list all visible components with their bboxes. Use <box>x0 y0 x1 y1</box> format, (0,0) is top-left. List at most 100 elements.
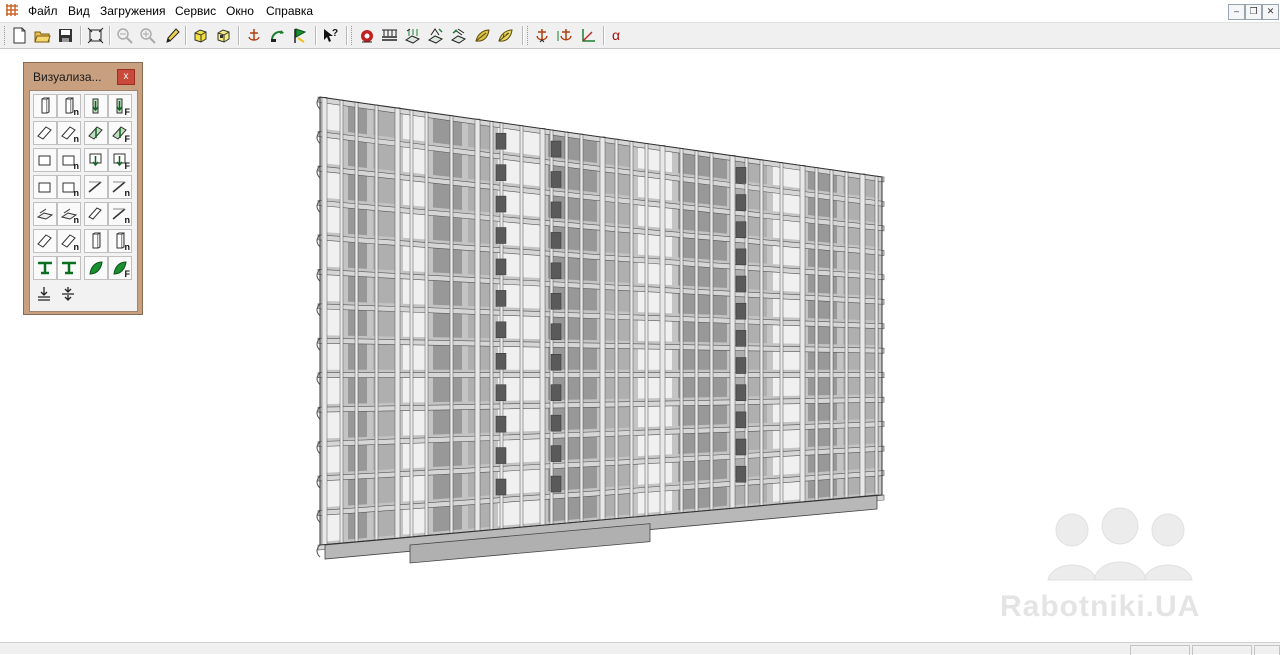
axes-icon <box>582 29 595 42</box>
building-3d-model[interactable] <box>300 85 900 585</box>
core-window <box>495 415 507 433</box>
plankArrow-icon <box>88 126 103 140</box>
slab-load-button[interactable] <box>402 25 423 46</box>
toolbar-grip[interactable] <box>4 26 8 45</box>
plate-forces-button[interactable]: F <box>108 121 132 145</box>
beams-forces-button[interactable] <box>57 256 81 280</box>
solid-loads-button[interactable] <box>84 148 108 172</box>
plate-loads-button[interactable] <box>84 121 108 145</box>
menu-help[interactable]: Справка <box>266 4 313 18</box>
subscript-label: n <box>73 188 80 198</box>
menu-view[interactable]: Вид <box>68 4 90 18</box>
beam-load-button[interactable] <box>379 25 400 46</box>
outline-view-button[interactable] <box>213 25 234 46</box>
zoom-out-button[interactable] <box>114 25 135 46</box>
solids-button[interactable] <box>33 148 57 172</box>
pencil-icon <box>166 28 180 43</box>
bay-void <box>403 113 427 142</box>
support-button[interactable] <box>532 25 553 46</box>
bay-void <box>433 182 462 211</box>
rod-forces-button[interactable]: F <box>108 94 132 118</box>
bay-void <box>638 462 672 485</box>
core-window <box>550 293 562 310</box>
subscript-label: n <box>124 215 131 225</box>
save-icon <box>59 29 72 42</box>
column <box>519 125 524 528</box>
columns-numbered-button[interactable]: n <box>108 229 132 253</box>
alpha-button[interactable]: α <box>607 25 628 46</box>
bay-void <box>433 247 462 274</box>
grid-app-icon[interactable] <box>5 3 19 17</box>
flag-button[interactable] <box>290 25 311 46</box>
menu-loads[interactable]: Загружения <box>100 4 166 18</box>
subscript-label: F <box>124 161 131 171</box>
walls-button[interactable] <box>84 202 108 226</box>
shells-numbered-button[interactable]: n <box>57 229 81 253</box>
reinforcement-forces-button[interactable]: F <box>108 256 132 280</box>
temperature-load-button[interactable] <box>425 25 446 46</box>
supports-button[interactable] <box>244 25 265 46</box>
solid-view-button[interactable] <box>190 25 211 46</box>
close-window-button[interactable]: ✕ <box>1262 4 1279 20</box>
rods-numbered-button[interactable]: n <box>57 94 81 118</box>
context-help-button[interactable]: ? <box>320 25 341 46</box>
core-window <box>550 445 562 462</box>
new-document-button[interactable] <box>9 25 30 46</box>
menu-service[interactable]: Сервис <box>175 4 216 18</box>
status-panel <box>1192 645 1252 655</box>
fit-view-button[interactable] <box>85 25 106 46</box>
reinforcement-button[interactable] <box>84 256 108 280</box>
beams-button[interactable] <box>33 256 57 280</box>
links-numbered-button[interactable]: n <box>108 175 132 199</box>
slabs-numbered-button[interactable]: n <box>57 202 81 226</box>
plates-button[interactable] <box>33 121 57 145</box>
toolbar-grip[interactable] <box>527 26 531 45</box>
axes-button[interactable] <box>578 25 599 46</box>
bay-void <box>433 377 462 403</box>
bay-void <box>678 293 727 316</box>
svg-text:?: ? <box>332 28 338 39</box>
menu-file[interactable]: Файл <box>28 4 58 18</box>
save-button[interactable] <box>55 25 76 46</box>
zoom-in-button[interactable] <box>137 25 158 46</box>
bay-void <box>638 320 672 342</box>
elements-numbered-button[interactable]: n <box>57 175 81 199</box>
solids-numbered-button[interactable]: n <box>57 148 81 172</box>
rod-loads-button[interactable] <box>84 94 108 118</box>
open-button[interactable] <box>32 25 53 46</box>
bay-void <box>773 403 802 423</box>
columns-button[interactable] <box>84 229 108 253</box>
fit-view-icon <box>87 27 104 44</box>
minimize-button[interactable]: – <box>1228 4 1245 20</box>
edit-button[interactable] <box>161 25 182 46</box>
column <box>321 97 328 546</box>
elements-button[interactable] <box>33 175 57 199</box>
load-case-button[interactable] <box>356 25 377 46</box>
column-icon <box>92 232 101 249</box>
slabs-button[interactable] <box>33 202 57 226</box>
panel-close-button[interactable]: x <box>117 69 135 85</box>
panel-button-grid: n Fn Fn Fn n n n n n F <box>29 90 138 312</box>
toolbar-grip[interactable] <box>351 26 355 45</box>
foundation-levels-button[interactable] <box>57 283 79 305</box>
links-button[interactable] <box>84 175 108 199</box>
leaf-load-button[interactable] <box>472 25 493 46</box>
menu-bar: Файл Вид Загружения Сервис Окно Справка … <box>0 0 1280 23</box>
foundation-button[interactable] <box>33 283 55 305</box>
shells-button[interactable] <box>33 229 57 253</box>
column <box>859 173 866 498</box>
solid-forces-button[interactable]: F <box>108 148 132 172</box>
bay-void <box>678 321 727 343</box>
plates-numbered-button[interactable]: n <box>57 121 81 145</box>
support-alt-button[interactable] <box>555 25 576 46</box>
core-window <box>550 323 562 341</box>
dynamic-load-button[interactable] <box>448 25 469 46</box>
support-icon <box>536 29 548 43</box>
rods-button[interactable] <box>33 94 57 118</box>
bay-void <box>678 404 727 426</box>
restore-button[interactable]: ❐ <box>1245 4 1262 20</box>
walls-numbered-button[interactable]: n <box>108 202 132 226</box>
menu-window[interactable]: Окно <box>226 4 254 18</box>
rotate-button[interactable] <box>267 25 288 46</box>
leaf-outline-button[interactable] <box>495 25 516 46</box>
